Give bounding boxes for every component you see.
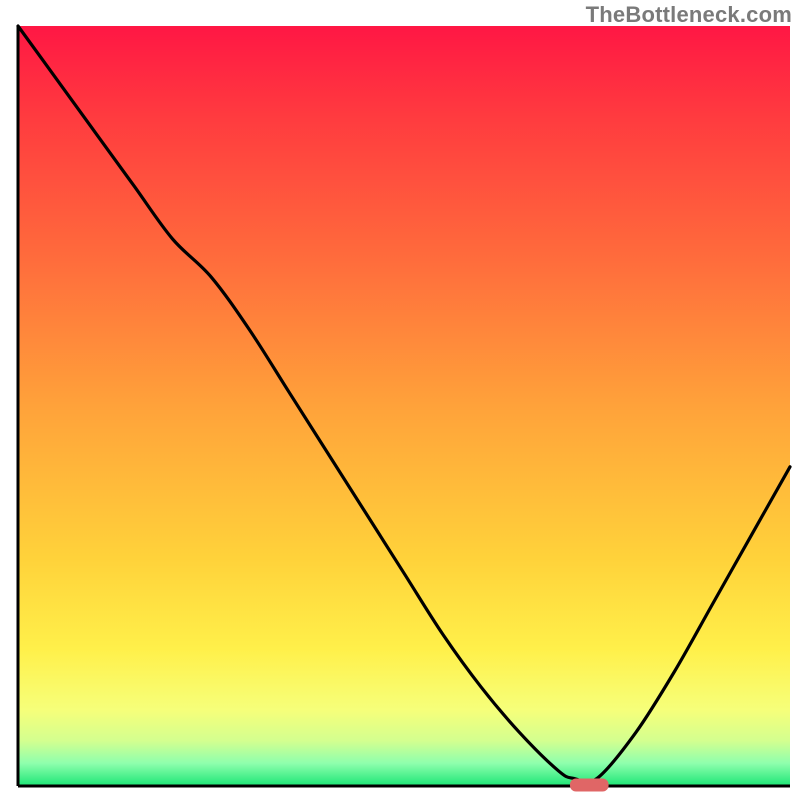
optimal-marker xyxy=(570,779,609,792)
chart-canvas xyxy=(0,0,800,800)
bottleneck-chart: TheBottleneck.com xyxy=(0,0,800,800)
watermark-text: TheBottleneck.com xyxy=(586,2,792,28)
